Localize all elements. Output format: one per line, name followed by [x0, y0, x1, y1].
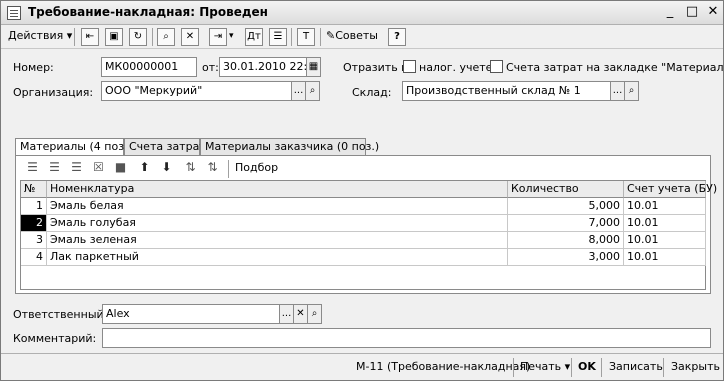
actions-menu[interactable]: Действия ▾ — [8, 27, 72, 47]
refresh-icon[interactable]: ↻ — [129, 28, 147, 46]
end-edit-icon[interactable]: ■ — [112, 160, 129, 177]
materials-table: № Номенклатура Количество Счет учета (БУ… — [20, 180, 717, 290]
panel-separator — [228, 160, 229, 178]
tax-accounting-checkbox[interactable] — [403, 60, 416, 73]
ok-button[interactable]: OK — [578, 360, 596, 373]
comment-label: Комментарий: — [13, 332, 97, 345]
print-form-button[interactable]: М-11 (Требование-накладная) — [356, 360, 530, 373]
based-on-icon[interactable]: ⇥ — [209, 28, 227, 46]
number-field[interactable]: МК00000001 — [101, 57, 197, 77]
column-header-nomenclature[interactable]: Номенклатура — [47, 181, 508, 198]
selected-row-marker: 2 — [21, 215, 47, 232]
tab-customer-materials[interactable]: Материалы заказчика (0 поз.) — [200, 138, 379, 155]
find-icon[interactable]: ⌕ — [157, 28, 175, 46]
minimize-button[interactable]: _ — [661, 4, 679, 21]
warehouse-open-icon[interactable]: ⌕ — [624, 81, 639, 101]
organization-label: Организация: — [13, 86, 94, 99]
document-window: Требование-накладная: Проведен _ □ ✕ Дей… — [0, 0, 724, 381]
toolbar-separator — [291, 28, 292, 46]
save-button[interactable]: Записать — [609, 360, 663, 373]
organization-open-icon[interactable]: ⌕ — [305, 81, 320, 101]
move-down-icon[interactable]: ⬇ — [158, 160, 175, 177]
copy-row-icon[interactable]: ☰ — [46, 160, 63, 177]
close-form-button[interactable]: Закрыть — [671, 360, 720, 373]
responsible-clear-icon[interactable]: ✕ — [293, 304, 308, 324]
column-header-quantity[interactable]: Количество — [508, 181, 624, 198]
help-button[interactable]: ? — [388, 28, 406, 46]
delete-row-icon[interactable]: ☒ — [90, 160, 107, 177]
based-on-dropdown-icon[interactable]: ▾ — [229, 27, 234, 47]
column-header-account[interactable]: Счет учета (БУ) — [624, 181, 717, 198]
tax-accounting-label: налог. учете — [419, 61, 493, 74]
responsible-label: Ответственный: — [13, 308, 108, 321]
reflect-label: Отразить в: — [343, 61, 412, 74]
warehouse-select-button[interactable]: ... — [610, 81, 625, 101]
status-bar: М-11 (Требование-накладная) Печать ▾ OK … — [1, 353, 723, 380]
edit-row-icon[interactable]: ☰ — [68, 160, 85, 177]
tips-button[interactable]: ✎Советы — [326, 27, 378, 47]
number-label: Номер: — [13, 61, 54, 74]
responsible-select-button[interactable]: ... — [279, 304, 294, 324]
maximize-button[interactable]: □ — [683, 4, 701, 21]
statusbar-separator — [571, 358, 572, 377]
structure-icon[interactable]: T — [297, 28, 315, 46]
toolbar: Действия ▾ ⇤ ▣ ↻ ⌕ ✕ ⇥ ▾ Дт ☰ T ✎Советы … — [1, 25, 723, 49]
tab-cost-accounts[interactable]: Счета затрат — [124, 138, 206, 155]
dt-kt-icon[interactable]: Дт — [245, 28, 263, 46]
window-title: Требование-накладная: Проведен — [28, 5, 268, 19]
cost-accounts-checkbox[interactable] — [490, 60, 503, 73]
sort-desc-icon[interactable]: ⇅ — [204, 160, 221, 177]
document-icon — [7, 6, 21, 20]
sort-asc-icon[interactable]: ⇅ — [182, 160, 199, 177]
statusbar-separator — [601, 358, 602, 377]
post-icon[interactable]: ⇤ — [81, 28, 99, 46]
selection-button[interactable]: Подбор — [235, 161, 278, 174]
responsible-field[interactable]: Alex — [102, 304, 280, 324]
organization-field[interactable]: ООО "Меркурий" — [101, 81, 292, 101]
organization-select-button[interactable]: ... — [291, 81, 306, 101]
column-header-number[interactable]: № — [21, 181, 47, 198]
date-field[interactable]: 30.01.2010 22:18:18 — [219, 57, 307, 77]
calendar-icon[interactable]: ▦ — [306, 57, 321, 77]
toolbar-separator — [74, 28, 75, 46]
comment-field[interactable] — [102, 328, 711, 348]
move-up-icon[interactable]: ⬆ — [136, 160, 153, 177]
tab-materials[interactable]: Материалы (4 поз.) — [15, 138, 132, 156]
materials-panel: ☰ ☰ ☰ ☒ ■ ⬆ ⬇ ⇅ ⇅ Подбор № Номенклатура … — [15, 155, 717, 294]
print-menu-button[interactable]: Печать ▾ — [520, 360, 570, 373]
cost-accounts-label: Счета затрат на закладке "Материалы" — [506, 61, 724, 74]
delete-mark-icon[interactable]: ✕ — [181, 28, 199, 46]
journal-icon[interactable]: ☰ — [269, 28, 287, 46]
toolbar-separator — [320, 28, 321, 46]
from-label: от: — [202, 61, 219, 74]
add-row-icon[interactable]: ☰ — [24, 160, 41, 177]
title-bar: Требование-накладная: Проведен _ □ ✕ — [1, 1, 723, 25]
statusbar-separator — [513, 358, 514, 377]
statusbar-separator — [663, 358, 664, 377]
responsible-open-icon[interactable]: ⌕ — [307, 304, 322, 324]
warehouse-label: Склад: — [352, 86, 392, 99]
warehouse-field[interactable]: Производственный склад № 1 — [402, 81, 611, 101]
close-button[interactable]: ✕ — [704, 4, 722, 21]
copy-icon[interactable]: ▣ — [105, 28, 123, 46]
toolbar-separator — [152, 28, 153, 46]
tips-icon: ✎ — [326, 29, 336, 42]
